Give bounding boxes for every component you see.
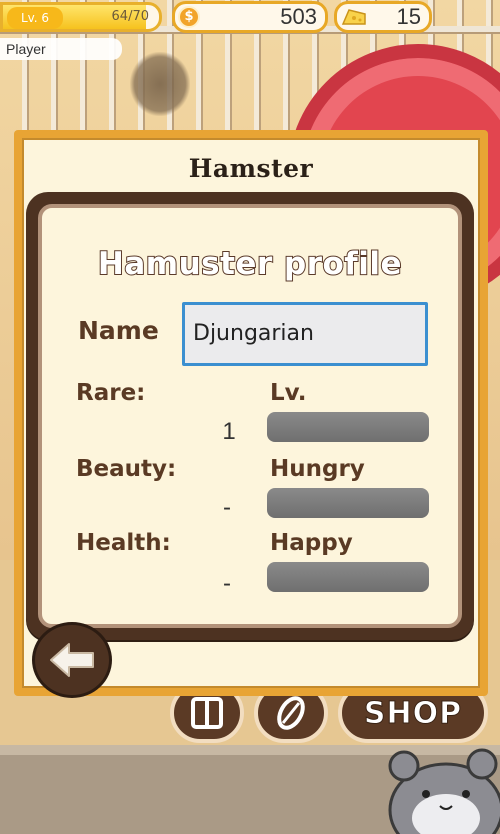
- cheese-icon: [341, 9, 366, 25]
- hungry-label: Hungry: [270, 456, 365, 482]
- happy-bar: [267, 562, 429, 592]
- health-value: -: [223, 570, 231, 597]
- coins-value: 503: [280, 4, 317, 29]
- cage-icon: [191, 697, 223, 729]
- level-progress-bar: Lv. 6 64/70: [0, 2, 162, 32]
- coin-icon: $: [178, 6, 200, 28]
- profile-panel: Hamuster profile Name Djungarian Rare: 1…: [38, 204, 462, 628]
- level-badge: Lv. 6: [7, 7, 63, 29]
- cheese-counter[interactable]: 15: [334, 1, 432, 33]
- beauty-value: -: [223, 494, 231, 521]
- lv-label: Lv.: [270, 380, 307, 406]
- name-input[interactable]: Djungarian: [182, 302, 428, 366]
- cheese-value: 15: [396, 4, 421, 29]
- dialog-title: Hamster: [188, 154, 314, 183]
- coins-counter[interactable]: $ 503: [172, 1, 328, 33]
- rare-value: 1: [222, 418, 236, 445]
- happy-label: Happy: [270, 530, 353, 556]
- bedding-decoration: [130, 52, 190, 116]
- hamster-mascot: [388, 748, 500, 834]
- health-label: Health:: [76, 530, 171, 556]
- profile-heading: Hamuster profile: [97, 245, 403, 283]
- player-name: Player: [0, 38, 122, 60]
- xp-text: 64/70: [111, 9, 149, 24]
- lv-bar: [267, 412, 429, 442]
- rare-label: Rare:: [76, 380, 146, 406]
- back-button[interactable]: [32, 622, 112, 698]
- back-arrow-icon: [50, 643, 94, 677]
- seed-icon: [277, 696, 305, 730]
- beauty-label: Beauty:: [76, 456, 177, 482]
- shop-label: SHOP: [363, 695, 463, 731]
- profile-card: Hamuster profile Name Djungarian Rare: 1…: [26, 192, 474, 640]
- name-label: Name: [78, 316, 159, 345]
- hungry-bar: [267, 488, 429, 518]
